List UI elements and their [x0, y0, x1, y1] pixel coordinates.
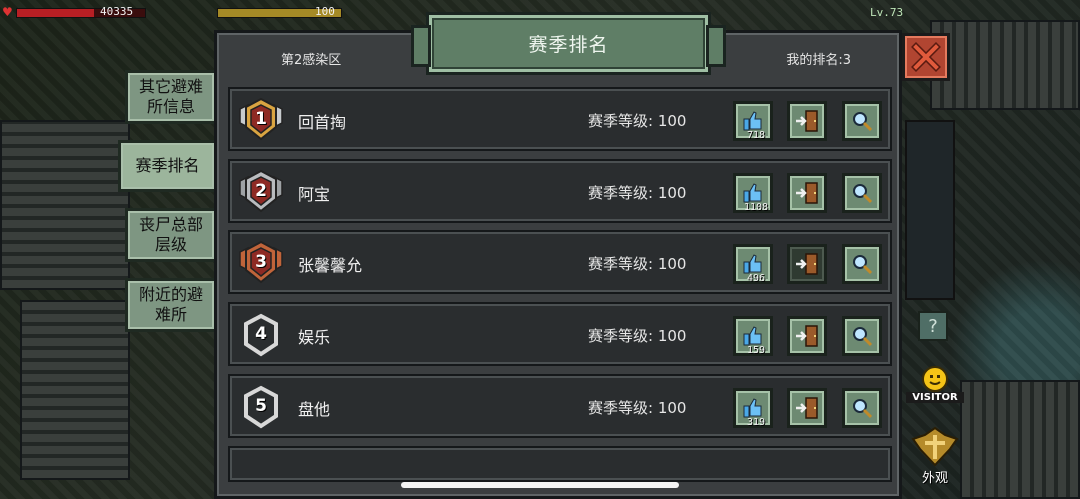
like-count: 319: [746, 417, 766, 428]
player-name: 娱乐: [298, 328, 331, 347]
rank-number: 1: [255, 109, 267, 129]
visit-shelter-button[interactable]: [787, 316, 827, 356]
energy-bar: 100: [205, 0, 345, 22]
visit-shelter-button[interactable]: [787, 244, 827, 284]
background-building: [20, 300, 130, 480]
hp-bar: ♥ 40335: [0, 0, 150, 22]
visitor-label: VISITOR: [906, 392, 964, 403]
tab-label-line: 丧尸总部: [138, 215, 203, 234]
emblem-icon: [911, 426, 959, 467]
tab-label-line: 难所: [154, 305, 187, 324]
enter-door-icon: [796, 325, 818, 347]
rank-badge: 2: [236, 169, 286, 215]
appearance-label: 外观: [921, 471, 948, 486]
rank-number: 3: [255, 252, 267, 272]
visit-shelter-button[interactable]: [787, 173, 827, 213]
like-button[interactable]: 319: [733, 388, 773, 428]
like-count: 718: [746, 130, 766, 141]
season-level: 赛季等级: 100: [588, 327, 687, 345]
ranking-row: 2 阿宝 赛季等级: 100 1108: [228, 159, 892, 223]
energy-value: 100: [315, 5, 335, 18]
ranking-row: 1 回首掏 赛季等级: 100 718: [228, 87, 892, 151]
magnifier-icon: [853, 255, 873, 275]
background-building: [960, 380, 1080, 499]
rank-badge: 1: [236, 97, 286, 143]
magnifier-icon: [853, 399, 873, 419]
close-icon: [911, 42, 941, 72]
like-count: 159: [746, 345, 766, 356]
rank-number: 4: [255, 324, 267, 344]
rank-number: 5: [255, 396, 267, 416]
panel-title: 赛季排名: [411, 12, 726, 75]
tab-season-ranking[interactable]: 赛季排名: [118, 140, 217, 192]
player-name: 回首掏: [298, 113, 347, 132]
smiley-icon: [922, 366, 948, 392]
like-button[interactable]: 496: [733, 244, 773, 284]
ranking-row: 3 张馨馨允 赛季等级: 100 496: [228, 230, 892, 294]
close-button[interactable]: [902, 33, 950, 81]
hp-value: 40335: [100, 5, 134, 18]
like-button[interactable]: 159: [733, 316, 773, 356]
my-rank-label: 我的排名:3: [786, 53, 851, 68]
season-level: 赛季等级: 100: [588, 399, 687, 417]
view-details-button[interactable]: [842, 173, 882, 213]
region-label: 第2感染区: [281, 53, 342, 68]
help-button[interactable]: ?: [918, 311, 948, 341]
home-indicator[interactable]: [401, 482, 679, 488]
tab-label: 赛季排名: [135, 156, 200, 175]
like-count: 496: [746, 273, 766, 284]
rank-badge: 4: [236, 312, 286, 358]
rank-badge: 5: [236, 384, 286, 430]
ranking-row: 4 娱乐 赛季等级: 100 159: [228, 302, 892, 366]
enter-door-icon: [796, 397, 818, 419]
level-indicator: Lv.73: [870, 0, 950, 22]
enter-door-icon: [796, 253, 818, 275]
view-details-button[interactable]: [842, 101, 882, 141]
view-details-button[interactable]: [842, 316, 882, 356]
ranking-row-partial: [228, 446, 892, 482]
player-name: 张馨馨允: [298, 256, 363, 275]
tab-label-line: 所信息: [146, 97, 195, 116]
magnifier-icon: [853, 112, 873, 132]
season-level: 赛季等级: 100: [588, 184, 687, 202]
visit-shelter-button[interactable]: [787, 101, 827, 141]
magnifier-icon: [853, 327, 873, 347]
like-button[interactable]: 1108: [733, 173, 773, 213]
tab-label-line: 层级: [154, 235, 187, 254]
enter-door-icon: [796, 110, 818, 132]
tab-other-shelters[interactable]: 其它避难 所信息: [125, 70, 217, 124]
question-icon: ?: [928, 315, 938, 337]
level-text: Lv.73: [870, 6, 904, 19]
rank-badge: 3: [236, 240, 286, 286]
background-pillar: [905, 120, 955, 300]
season-level: 赛季等级: 100: [588, 112, 687, 130]
view-details-button[interactable]: [842, 388, 882, 428]
like-count: 1108: [743, 202, 769, 213]
player-name: 阿宝: [298, 185, 331, 204]
tab-nearby-shelters[interactable]: 附近的避 难所: [125, 278, 217, 332]
enter-door-icon: [796, 182, 818, 204]
season-level: 赛季等级: 100: [588, 255, 687, 273]
panel-title-text: 赛季排名: [528, 34, 609, 56]
tab-zombie-hq-level[interactable]: 丧尸总部 层级: [125, 208, 217, 262]
rank-number: 2: [255, 181, 267, 201]
like-button[interactable]: 718: [733, 101, 773, 141]
player-name: 盘他: [298, 400, 331, 419]
background-building: [0, 120, 130, 290]
visit-shelter-button[interactable]: [787, 388, 827, 428]
heart-icon: ♥: [2, 5, 13, 19]
ranking-row: 5 盘他 赛季等级: 100 319: [228, 374, 892, 438]
magnifier-icon: [853, 184, 873, 204]
view-details-button[interactable]: [842, 244, 882, 284]
appearance-button[interactable]: 外观: [910, 425, 960, 486]
tab-label-line: 附近的避: [138, 285, 203, 304]
hp-fill: [17, 9, 94, 17]
tab-label-line: 其它避难: [138, 77, 203, 96]
background-building: [930, 20, 1080, 110]
visitor-button[interactable]: VISITOR: [906, 366, 964, 408]
